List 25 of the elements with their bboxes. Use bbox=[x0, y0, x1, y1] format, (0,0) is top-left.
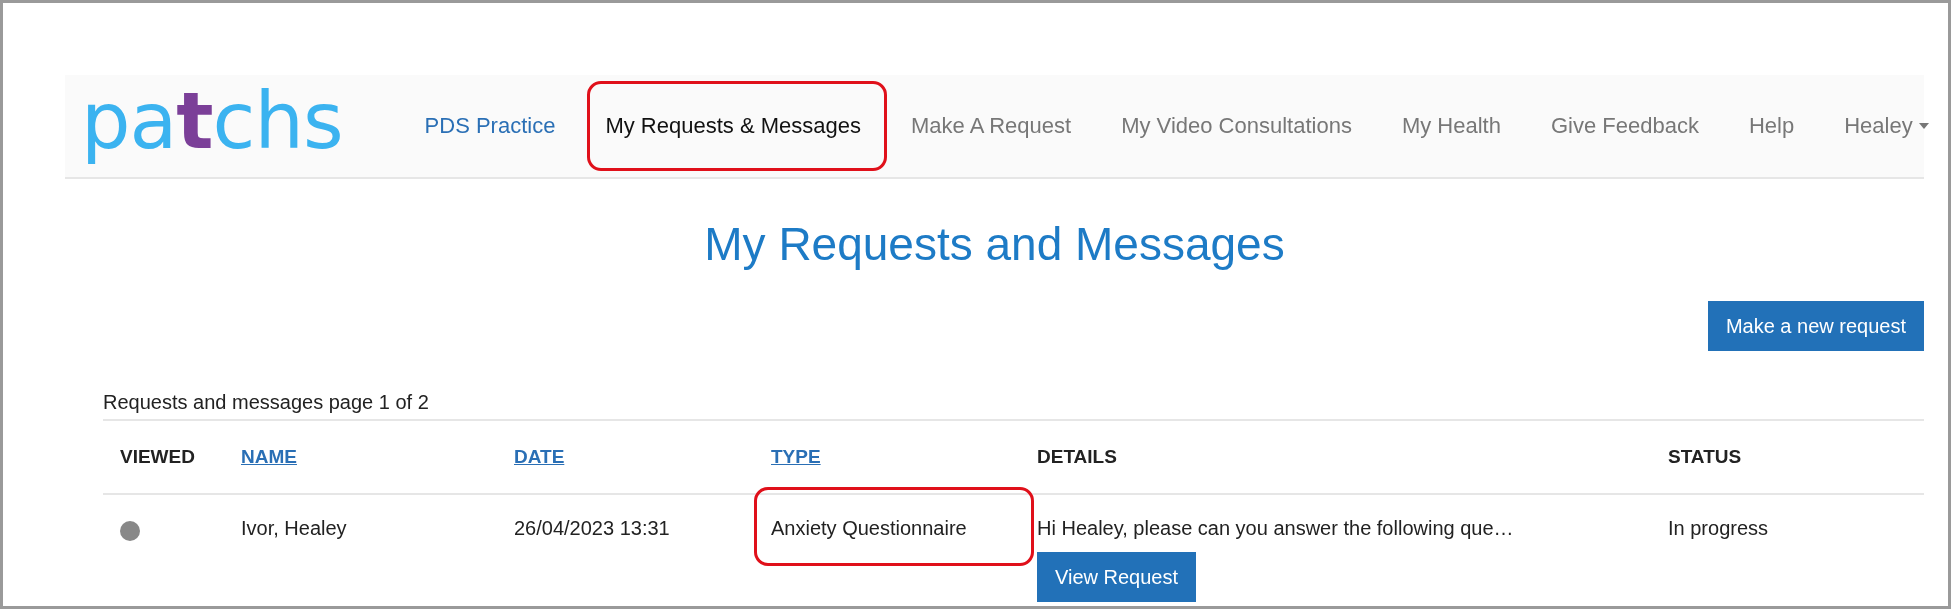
view-request-button[interactable]: View Request bbox=[1037, 552, 1197, 602]
column-header: VIEWED bbox=[120, 446, 195, 468]
nav-link[interactable]: Help bbox=[1744, 107, 1799, 145]
caret-icon bbox=[1918, 123, 1929, 129]
table-cell: Hi Healey, please can you answer the following que… bbox=[1037, 517, 1514, 540]
table-cell: Ivor, Healey bbox=[241, 517, 347, 539]
column-header[interactable]: TYPE bbox=[771, 446, 821, 468]
column-header: DETAILS bbox=[1037, 446, 1117, 468]
logo: patchs bbox=[81, 82, 343, 168]
nav-link[interactable]: Healey bbox=[1840, 107, 1933, 145]
nav-link[interactable]: My Health bbox=[1397, 107, 1505, 145]
table-cell: 26/04/2023 13:31 bbox=[514, 517, 670, 539]
nav-link[interactable]: My Video Consultations bbox=[1117, 107, 1356, 145]
nav-link[interactable]: Make A Request bbox=[906, 107, 1076, 145]
table-cell: In progress bbox=[1668, 517, 1769, 539]
page-info: Requests and messages page 1 of 2 bbox=[103, 391, 430, 415]
column-header: STATUS bbox=[1668, 446, 1742, 468]
table-cell: Anxiety Questionnaire bbox=[771, 517, 967, 539]
nav-link[interactable]: PDS Practice bbox=[420, 107, 560, 145]
page-title: My Requests and Messages bbox=[703, 217, 1286, 271]
column-header[interactable]: DATE bbox=[514, 446, 565, 468]
column-header[interactable]: NAME bbox=[241, 446, 297, 468]
new-request-button[interactable]: Make a new request bbox=[1707, 301, 1924, 351]
nav-link[interactable]: Give Feedback bbox=[1546, 107, 1703, 145]
nav-link[interactable]: My Requests & Messages bbox=[601, 107, 865, 145]
